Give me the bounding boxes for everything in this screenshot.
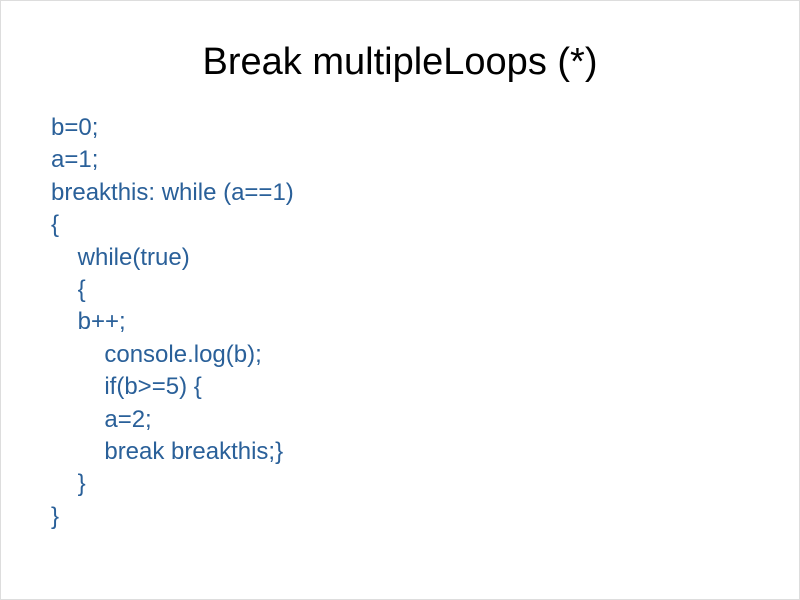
code-line: { [51,276,86,303]
slide-title: Break multipleLoops (*) [51,41,749,84]
code-line: a=1; [51,146,98,173]
code-line: } [51,503,59,530]
code-line: console.log(b); [51,341,262,368]
code-line: break breakthis;} [51,438,283,465]
code-block: b=0; a=1; breakthis: while (a==1) { whil… [51,112,749,533]
code-line: while(true) [51,244,190,271]
code-line: breakthis: while (a==1) [51,179,294,206]
code-line: a=2; [51,406,152,433]
code-line: } [51,470,86,497]
code-line: { [51,211,59,238]
code-line: b++; [51,308,126,335]
slide-container: Break multipleLoops (*) b=0; a=1; breakt… [1,1,799,599]
code-line: if(b>=5) { [51,373,202,400]
code-line: b=0; [51,114,98,141]
